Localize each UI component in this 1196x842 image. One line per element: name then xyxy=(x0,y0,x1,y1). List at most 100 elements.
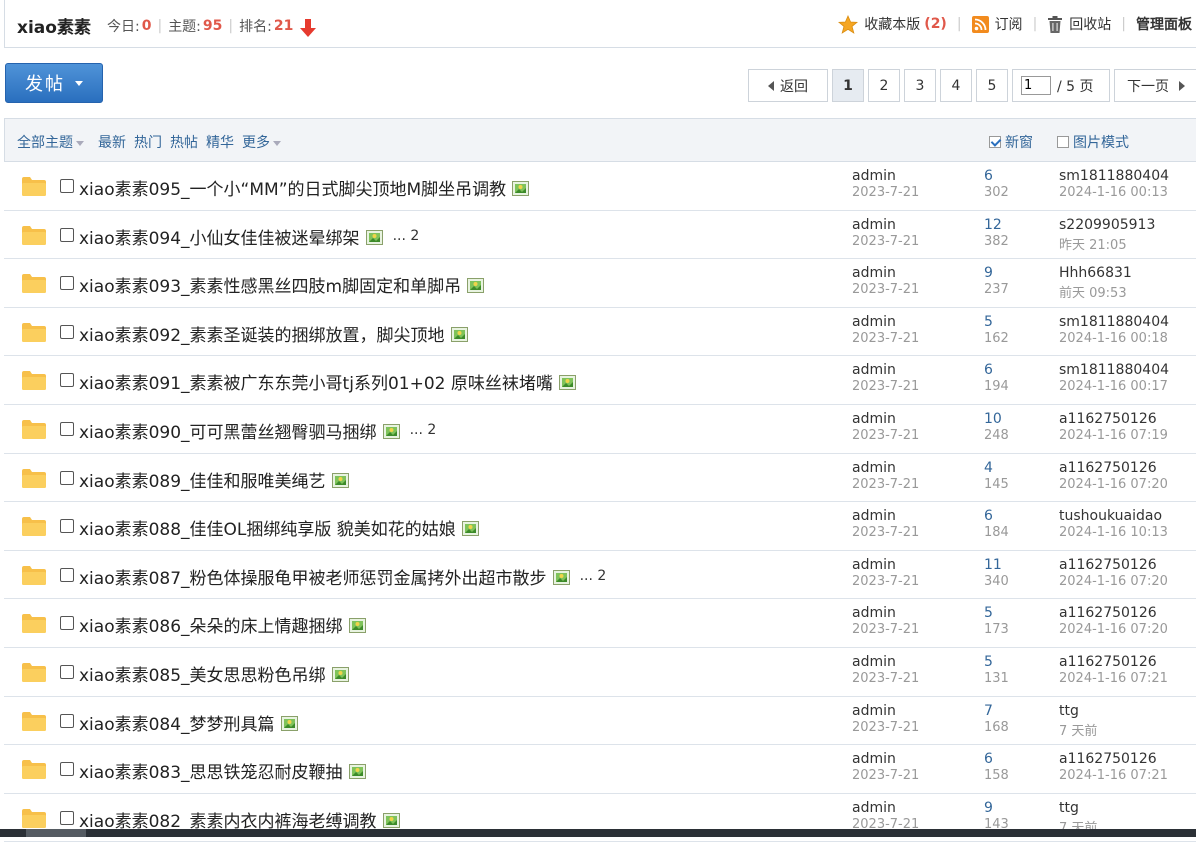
thread-title-link[interactable]: xiao素素093_素素性感黑丝四肢m脚固定和单脚吊 xyxy=(79,272,461,297)
last-poster-link[interactable]: a1162750126 xyxy=(1059,654,1157,670)
folder-icon[interactable] xyxy=(22,808,46,828)
folder-icon[interactable] xyxy=(22,614,46,634)
last-post-time[interactable]: 2024-1-16 07:20 xyxy=(1059,477,1168,492)
page-2-link[interactable]: 2 xyxy=(868,69,900,102)
page-jump-input[interactable] xyxy=(1021,76,1051,95)
tab-popular[interactable]: 热门 xyxy=(134,132,162,152)
thread-title-link[interactable]: xiao素素089_佳佳和服唯美绳艺 xyxy=(79,467,326,492)
thread-select-checkbox[interactable] xyxy=(60,276,74,291)
author-link[interactable]: admin xyxy=(852,557,896,573)
thread-select-checkbox[interactable] xyxy=(60,616,74,631)
thread-title-link[interactable]: xiao素素094_小仙女佳佳被迷晕绑架 xyxy=(79,224,360,249)
recycle-bin-link[interactable]: 回收站 xyxy=(1047,14,1111,34)
new-window-label[interactable]: 新窗 xyxy=(1005,132,1033,152)
last-post-time[interactable]: 2024-1-16 07:20 xyxy=(1059,574,1168,589)
reply-count[interactable]: 11 xyxy=(984,557,1002,573)
page-5-link[interactable]: 5 xyxy=(976,69,1008,102)
last-poster-link[interactable]: Hhh66831 xyxy=(1059,265,1132,281)
subscribe-link[interactable]: 订阅 xyxy=(971,14,1023,34)
thread-select-checkbox[interactable] xyxy=(60,324,74,339)
thread-select-checkbox[interactable] xyxy=(60,519,74,534)
author-link[interactable]: admin xyxy=(852,508,896,524)
folder-icon[interactable] xyxy=(22,371,46,391)
thread-title-link[interactable]: xiao素素084_梦梦刑具篇 xyxy=(79,710,275,735)
image-mode-label[interactable]: 图片模式 xyxy=(1073,132,1129,152)
thread-select-checkbox[interactable] xyxy=(60,810,74,825)
last-post-time[interactable]: 2024-1-16 07:21 xyxy=(1059,768,1168,783)
folder-icon[interactable] xyxy=(22,760,46,780)
author-link[interactable]: admin xyxy=(852,751,896,767)
last-post-time[interactable]: 2024-1-16 07:21 xyxy=(1059,671,1168,686)
thread-title-link[interactable]: xiao素素092_素素圣诞装的捆绑放置，脚尖顶地 xyxy=(79,321,445,346)
last-post-time[interactable]: 7 天前 xyxy=(1059,720,1097,739)
last-post-time[interactable]: 2024-1-16 10:13 xyxy=(1059,525,1168,540)
favorite-forum-link[interactable]: 收藏本版 (2) xyxy=(838,14,947,34)
thread-select-checkbox[interactable] xyxy=(60,421,74,436)
thread-title-link[interactable]: xiao素素082_素素内衣内裤海老缚调教 xyxy=(79,807,377,832)
last-post-time[interactable]: 2024-1-16 07:19 xyxy=(1059,428,1168,443)
reply-count[interactable]: 5 xyxy=(984,314,993,330)
admin-panel-link[interactable]: 管理面板 xyxy=(1136,14,1192,34)
scrollbar-thumb[interactable] xyxy=(26,829,86,837)
author-link[interactable]: admin xyxy=(852,411,896,427)
last-poster-link[interactable]: a1162750126 xyxy=(1059,460,1157,476)
folder-icon[interactable] xyxy=(22,177,46,196)
folder-icon[interactable] xyxy=(22,419,46,439)
thread-title-link[interactable]: xiao素素087_粉色体操服龟甲被老师惩罚金属拷外出超市散步 xyxy=(79,564,547,589)
folder-icon[interactable] xyxy=(22,565,46,585)
folder-icon[interactable] xyxy=(22,517,46,537)
last-poster-link[interactable]: tushoukuaidao xyxy=(1059,508,1162,524)
all-topics-dropdown[interactable]: 全部主题 xyxy=(17,132,84,152)
author-link[interactable]: admin xyxy=(852,800,896,816)
last-poster-link[interactable]: sm1811880404 xyxy=(1059,314,1169,330)
thread-title-link[interactable]: xiao素素090_可可黑蕾丝翘臀驷马捆绑 xyxy=(79,418,377,443)
author-link[interactable]: admin xyxy=(852,703,896,719)
folder-icon[interactable] xyxy=(22,468,46,488)
tab-digest[interactable]: 精华 xyxy=(206,132,234,152)
thread-select-checkbox[interactable] xyxy=(60,179,74,193)
thread-select-checkbox[interactable] xyxy=(60,762,74,777)
horizontal-scrollbar[interactable] xyxy=(0,829,1196,837)
last-post-time[interactable]: 2024-1-16 00:13 xyxy=(1059,185,1169,200)
folder-icon[interactable] xyxy=(22,322,46,342)
thread-select-checkbox[interactable] xyxy=(60,373,74,388)
reply-count[interactable]: 6 xyxy=(984,751,993,767)
back-button[interactable]: 返回 xyxy=(748,69,828,102)
thread-title-link[interactable]: xiao素素091_素素被广东东莞小哥tj系列01+02 原味丝袜堵嘴 xyxy=(79,369,553,394)
thread-select-checkbox[interactable] xyxy=(60,713,74,728)
image-mode-checkbox[interactable] xyxy=(1057,136,1069,148)
author-link[interactable]: admin xyxy=(852,654,896,670)
thread-title-link[interactable]: xiao素素083_思思铁笼忍耐皮鞭抽 xyxy=(79,758,343,783)
last-poster-link[interactable]: a1162750126 xyxy=(1059,605,1157,621)
last-poster-link[interactable]: sm1811880404 xyxy=(1059,168,1169,184)
new-window-checkbox[interactable] xyxy=(989,136,1001,148)
reply-count[interactable]: 6 xyxy=(984,362,993,378)
last-poster-link[interactable]: ttg xyxy=(1059,800,1079,816)
thread-select-checkbox[interactable] xyxy=(60,567,74,582)
author-link[interactable]: admin xyxy=(852,168,896,184)
thread-title-link[interactable]: xiao素素085_美女思思粉色吊绑 xyxy=(79,661,326,686)
thread-pages-link[interactable]: ... 2 xyxy=(580,568,607,584)
last-post-time[interactable]: 2024-1-16 07:20 xyxy=(1059,622,1168,637)
reply-count[interactable]: 9 xyxy=(984,265,993,281)
page-1-link[interactable]: 1 xyxy=(832,69,864,102)
last-post-time[interactable]: 2024-1-16 00:17 xyxy=(1059,379,1169,394)
last-post-time[interactable]: 2024-1-16 00:18 xyxy=(1059,331,1169,346)
reply-count[interactable]: 6 xyxy=(984,508,993,524)
reply-count[interactable]: 6 xyxy=(984,168,993,184)
more-dropdown[interactable]: 更多 xyxy=(242,132,281,152)
tab-hot[interactable]: 热帖 xyxy=(170,132,198,152)
last-poster-link[interactable]: sm1811880404 xyxy=(1059,362,1169,378)
last-poster-link[interactable]: ttg xyxy=(1059,703,1079,719)
reply-count[interactable]: 10 xyxy=(984,411,1002,427)
forum-name[interactable]: xiao素素 xyxy=(17,13,91,38)
folder-icon[interactable] xyxy=(22,274,46,294)
reply-count[interactable]: 4 xyxy=(984,460,993,476)
last-poster-link[interactable]: s2209905913 xyxy=(1059,217,1155,233)
last-post-time[interactable]: 昨天 21:05 xyxy=(1059,234,1155,253)
reply-count[interactable]: 9 xyxy=(984,800,993,816)
author-link[interactable]: admin xyxy=(852,605,896,621)
last-poster-link[interactable]: a1162750126 xyxy=(1059,751,1157,767)
new-post-button[interactable]: 发帖 xyxy=(5,63,103,103)
last-post-time[interactable]: 前天 09:53 xyxy=(1059,282,1132,301)
